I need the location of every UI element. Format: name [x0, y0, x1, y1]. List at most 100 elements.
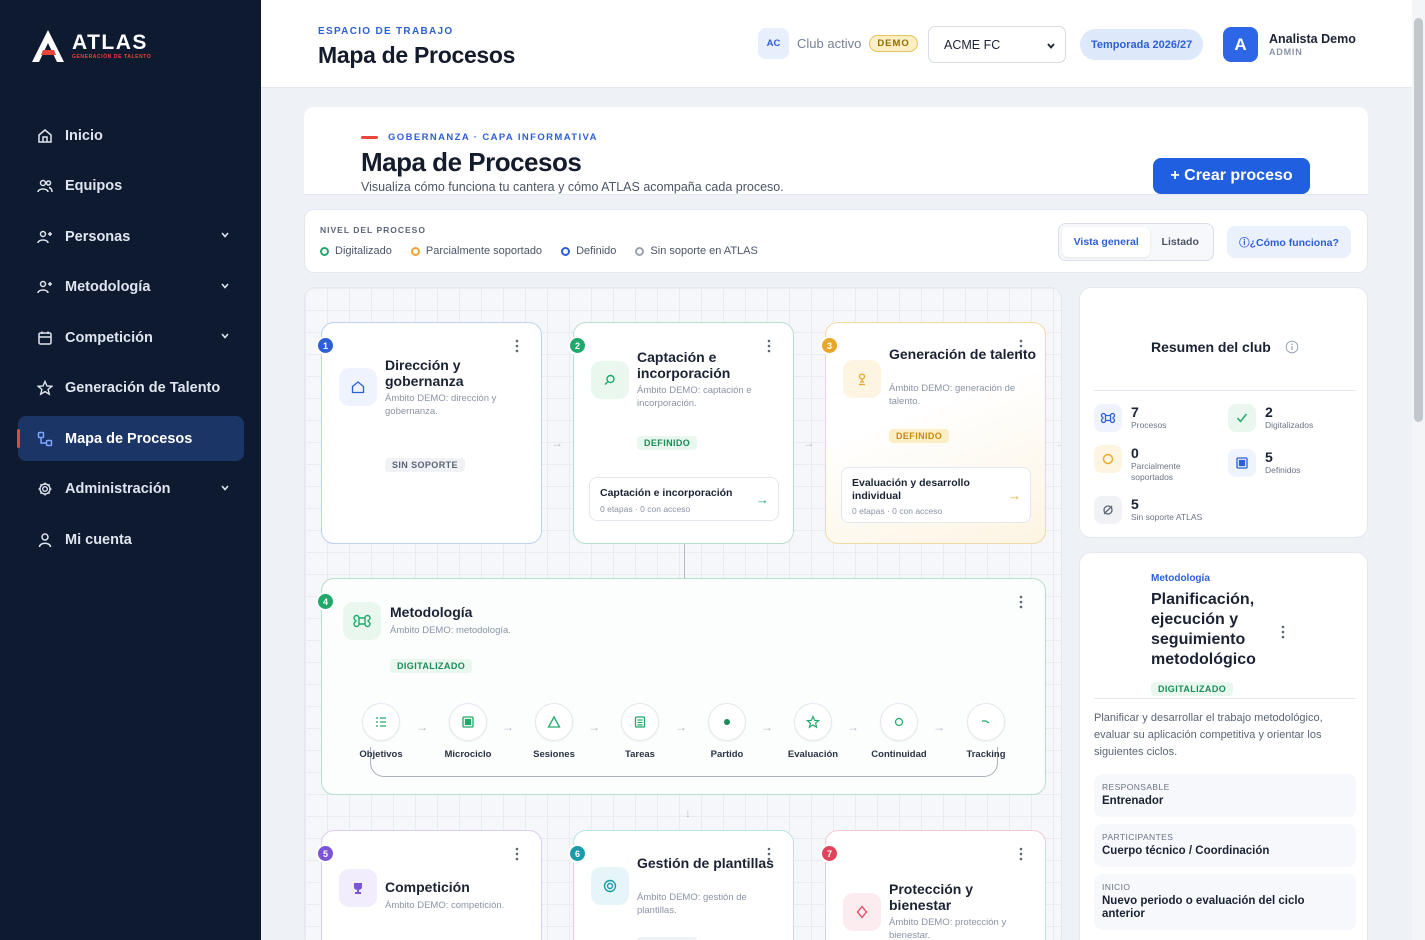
- chevron-down-icon: [221, 232, 229, 238]
- more-options-icon[interactable]: [1281, 625, 1285, 639]
- process-card-competicion[interactable]: 5 Competición Ámbito DEMO: competición.: [316, 830, 542, 940]
- sidebar-item-personas[interactable]: Personas: [18, 214, 244, 259]
- page-title: Mapa de Procesos: [318, 42, 516, 68]
- process-card-generacion-talento[interactable]: 3 Generación de talento Ámbito DEMO: gen…: [820, 322, 1046, 544]
- process-title: Captación e incorporación: [637, 349, 731, 381]
- sidebar-item-administracion[interactable]: Administración: [18, 467, 244, 512]
- field-label: INICIO: [1102, 882, 1131, 892]
- process-card-proteccion[interactable]: 7 Protección y bienestar Ámbito DEMO: pr…: [820, 830, 1046, 940]
- stage-label: Microciclo: [444, 749, 492, 760]
- stage-tareas[interactable]: Tareas: [605, 703, 675, 760]
- stat-procesos: 7 Procesos: [1094, 404, 1206, 432]
- process-description: Ámbito DEMO: gestión de plantillas.: [637, 892, 747, 916]
- tab-vista-general[interactable]: Vista general: [1062, 227, 1151, 257]
- club-select[interactable]: ACME FC: [928, 26, 1066, 63]
- subprocess-card[interactable]: Captación e incorporación 0 etapas · 0 c…: [589, 477, 779, 521]
- page-scrollbar[interactable]: [1412, 0, 1425, 940]
- target-icon: [591, 867, 629, 905]
- stat-parcialmente: 0 Parcialmente soportados: [1094, 445, 1206, 482]
- stage-evaluacion[interactable]: Evaluación: [778, 703, 848, 760]
- how-it-works-button[interactable]: ⓘ¿Cómo funciona?: [1227, 226, 1351, 258]
- sidebar-item-competicion[interactable]: Competición: [18, 315, 244, 360]
- topbar: ESPACIO DE TRABAJO Mapa de Procesos AC C…: [261, 0, 1412, 88]
- process-number: 5: [316, 844, 335, 863]
- sidebar-item-label: Mapa de Procesos: [65, 430, 193, 447]
- legend-label: Definido: [576, 245, 617, 257]
- stat-value: 7: [1131, 404, 1139, 420]
- sidebar-item-mapa-procesos[interactable]: Mapa de Procesos: [17, 416, 244, 461]
- stage-microciclo[interactable]: Microciclo: [433, 703, 503, 760]
- sidebar-item-inicio[interactable]: Inicio: [18, 113, 244, 158]
- process-card-captacion[interactable]: 2 Captación e incorporación Ámbito DEMO:…: [568, 322, 794, 544]
- gear-icon: [36, 480, 54, 498]
- process-card-direccion[interactable]: 1 Dirección y gobernanza Ámbito DEMO: di…: [316, 322, 542, 544]
- connector-arrow: →: [588, 720, 600, 734]
- process-number: 2: [568, 336, 587, 355]
- stat-label: Procesos: [1131, 420, 1167, 430]
- subprocess-card[interactable]: Evaluación y desarrollo individual 0 eta…: [841, 467, 1031, 523]
- logo[interactable]: ATLAS GENERACIÓN DE TALENTO: [30, 28, 151, 64]
- season-badge[interactable]: Temporada 2026/27: [1080, 29, 1204, 60]
- sidebar-item-label: Generación de Talento: [65, 380, 221, 396]
- more-options-icon[interactable]: [1019, 595, 1023, 609]
- legend-item: Sin soporte en ATLAS: [635, 245, 758, 257]
- sidebar-item-equipos[interactable]: Equipos: [18, 164, 244, 209]
- stage-tracking[interactable]: Tracking: [951, 703, 1021, 760]
- process-description: Ámbito DEMO: metodología.: [390, 625, 511, 636]
- sidebar-item-generacion-talento[interactable]: Generación de Talento: [18, 366, 244, 411]
- list-icon: [362, 703, 400, 741]
- process-map-icon: [36, 430, 54, 448]
- sidebar: ATLAS GENERACIÓN DE TALENTO Inicio Equip…: [0, 0, 261, 940]
- demo-badge: DEMO: [869, 35, 918, 52]
- stage-label: Partido: [710, 749, 744, 760]
- stage-sesiones[interactable]: Sesiones: [519, 703, 589, 760]
- more-options-icon[interactable]: [515, 339, 519, 353]
- accent-bar: [361, 136, 378, 139]
- avatar[interactable]: A: [1223, 27, 1258, 62]
- user-plus-icon: [36, 228, 54, 246]
- command-icon: [1094, 404, 1122, 432]
- page-header: GOBERNANZA · CAPA INFORMATIVA Mapa de Pr…: [304, 107, 1368, 195]
- stage-objetivos[interactable]: Objetivos: [346, 703, 416, 760]
- process-detail-panel: Metodología Planificación, ejecución y s…: [1079, 552, 1368, 940]
- process-number: 4: [316, 592, 335, 611]
- create-process-button[interactable]: + Crear proceso: [1153, 158, 1310, 194]
- more-options-icon[interactable]: [515, 847, 519, 861]
- section-label: GOBERNANZA · CAPA INFORMATIVA: [361, 132, 598, 143]
- stage-continuidad[interactable]: Continuidad: [864, 703, 934, 760]
- clipboard-icon: [621, 703, 659, 741]
- user-name[interactable]: Analista Demo: [1269, 32, 1356, 46]
- sidebar-item-label: Inicio: [65, 127, 103, 144]
- process-card-metodologia[interactable]: 4 Metodología Ámbito DEMO: metodología. …: [316, 578, 1046, 795]
- stage-label: Sesiones: [533, 749, 575, 760]
- empty-set-icon: [1094, 496, 1122, 524]
- connector-arrow: →: [675, 720, 687, 734]
- more-options-icon[interactable]: [1019, 847, 1023, 861]
- header-title: Mapa de Procesos: [361, 147, 582, 177]
- info-icon[interactable]: [1285, 340, 1299, 354]
- subprocess-title: Evaluación y desarrollo individual: [852, 477, 970, 502]
- square-icon: [1228, 449, 1256, 477]
- field-value: Nuevo periodo o evaluación del ciclo ant…: [1102, 895, 1305, 920]
- tab-listado[interactable]: Listado: [1150, 227, 1210, 257]
- brand-name: ATLAS: [72, 31, 148, 54]
- field-inicio: INICIO Nuevo periodo o evaluación del ci…: [1094, 874, 1356, 930]
- legend-item: Digitalizado: [320, 245, 392, 257]
- process-map: → → → ↓ 1 Dirección y gobernanza Ámbito …: [304, 287, 1062, 940]
- process-title: Dirección y gobernanza: [385, 357, 464, 389]
- subprocess-meta: 0 etapas · 0 con acceso: [852, 506, 943, 516]
- sidebar-item-mi-cuenta[interactable]: Mi cuenta: [18, 517, 244, 562]
- detail-description: Planificar y desarrollar el trabajo meto…: [1094, 712, 1323, 758]
- stage-partido[interactable]: Partido: [692, 703, 762, 760]
- status-badge: DIGITALIZADO: [390, 659, 473, 673]
- club-select-value: ACME FC: [944, 37, 1001, 52]
- field-label: PARTICIPANTES: [1102, 832, 1174, 842]
- process-level-filter: NIVEL DEL PROCESO Digitalizado Parcialme…: [304, 209, 1368, 273]
- legend-label: Sin soporte en ATLAS: [650, 245, 758, 257]
- status-badge: SIN SOPORTE: [385, 458, 465, 472]
- process-description: Ámbito DEMO: dirección y gobernanza.: [385, 393, 497, 417]
- scrollbar-thumb[interactable]: [1414, 18, 1423, 422]
- sidebar-item-label: Administración: [65, 481, 171, 497]
- sidebar-item-metodologia[interactable]: Metodología: [18, 265, 244, 310]
- process-card-gestion-plantillas[interactable]: 6 Gestión de plantillas Ámbito DEMO: ges…: [568, 830, 794, 940]
